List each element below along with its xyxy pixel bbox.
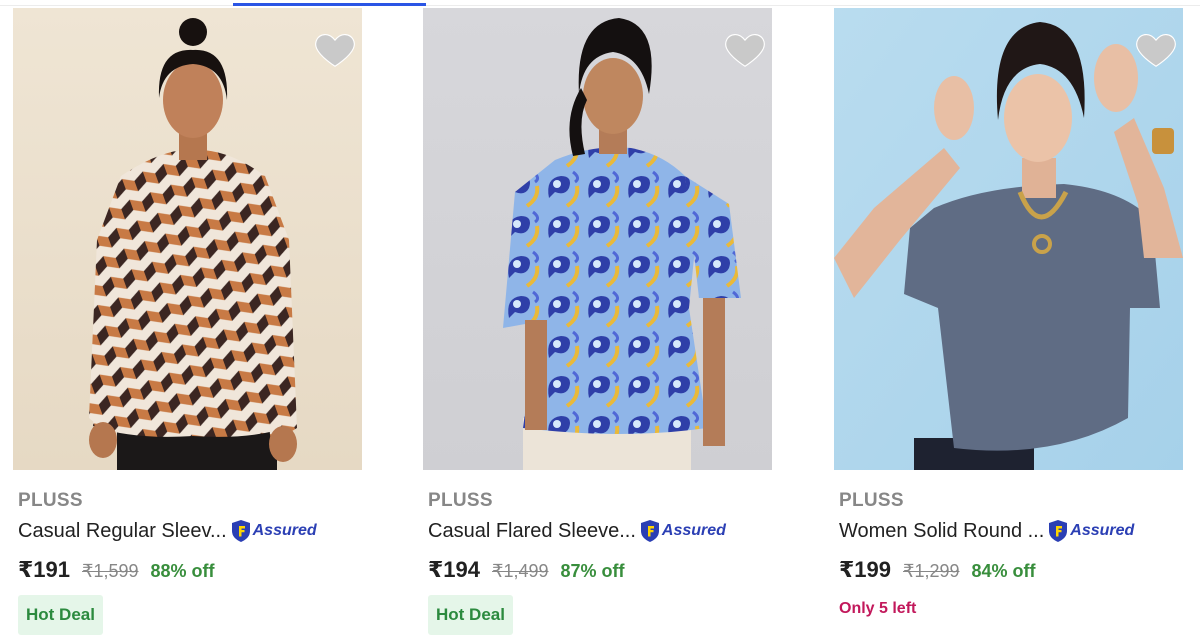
wishlist-heart-icon[interactable] — [1133, 26, 1179, 72]
hot-deal-badge: Hot Deal — [428, 595, 513, 635]
selling-price: ₹194 — [428, 557, 481, 582]
product-title[interactable]: Women Solid Round ... — [839, 520, 1044, 543]
selling-price: ₹199 — [839, 557, 892, 582]
hot-deal-badge: Hot Deal — [18, 595, 103, 635]
price-row: ₹199 ₹1,299 84% off — [839, 557, 1036, 583]
assured-shield-icon — [640, 520, 659, 542]
product-card[interactable]: PLUSS Women Solid Round ... Assured ₹199… — [834, 8, 1183, 644]
wishlist-heart-icon[interactable] — [722, 26, 768, 72]
wishlist-heart-icon[interactable] — [312, 26, 358, 72]
product-photo-grey-tshirt — [834, 8, 1183, 470]
product-photo-geometric-print-shirt — [13, 8, 362, 470]
original-price: ₹1,299 — [903, 561, 960, 581]
assured-label: Assured — [252, 522, 317, 539]
product-title[interactable]: Casual Regular Sleev... — [18, 520, 227, 543]
brand-name: PLUSS — [428, 490, 493, 511]
assured-badge: Assured — [639, 519, 726, 543]
product-image[interactable] — [13, 8, 362, 470]
assured-badge: Assured — [1047, 519, 1134, 543]
product-image[interactable] — [834, 8, 1183, 470]
product-title[interactable]: Casual Flared Sleeve... — [428, 520, 636, 543]
brand-name: PLUSS — [18, 490, 83, 511]
original-price: ₹1,499 — [492, 561, 549, 581]
assured-label: Assured — [661, 522, 726, 539]
product-image[interactable] — [423, 8, 772, 470]
selling-price: ₹191 — [18, 557, 71, 582]
product-card[interactable]: PLUSS Casual Flared Sleeve... Assured ₹1… — [423, 8, 772, 644]
assured-shield-icon — [231, 520, 250, 542]
price-row: ₹191 ₹1,599 88% off — [18, 557, 215, 583]
title-row[interactable]: Women Solid Round ... Assured — [839, 517, 1134, 545]
product-card[interactable]: PLUSS Casual Regular Sleev... Assured ₹1… — [13, 8, 362, 644]
assured-shield-icon — [1049, 520, 1068, 542]
product-grid: PLUSS Casual Regular Sleev... Assured ₹1… — [0, 8, 1200, 644]
stock-warning: Only 5 left — [839, 600, 917, 617]
discount-percent: 84% off — [971, 561, 1036, 581]
tabs-divider — [0, 5, 1200, 6]
title-row[interactable]: Casual Regular Sleev... Assured — [18, 517, 317, 545]
original-price: ₹1,599 — [82, 561, 139, 581]
product-photo-paisley-print-top — [423, 8, 772, 470]
discount-percent: 87% off — [560, 561, 625, 581]
assured-badge: Assured — [230, 519, 317, 543]
title-row[interactable]: Casual Flared Sleeve... Assured — [428, 517, 726, 545]
discount-percent: 88% off — [150, 561, 215, 581]
active-tab-indicator — [233, 3, 426, 6]
price-row: ₹194 ₹1,499 87% off — [428, 557, 625, 583]
brand-name: PLUSS — [839, 490, 904, 511]
assured-label: Assured — [1070, 522, 1135, 539]
